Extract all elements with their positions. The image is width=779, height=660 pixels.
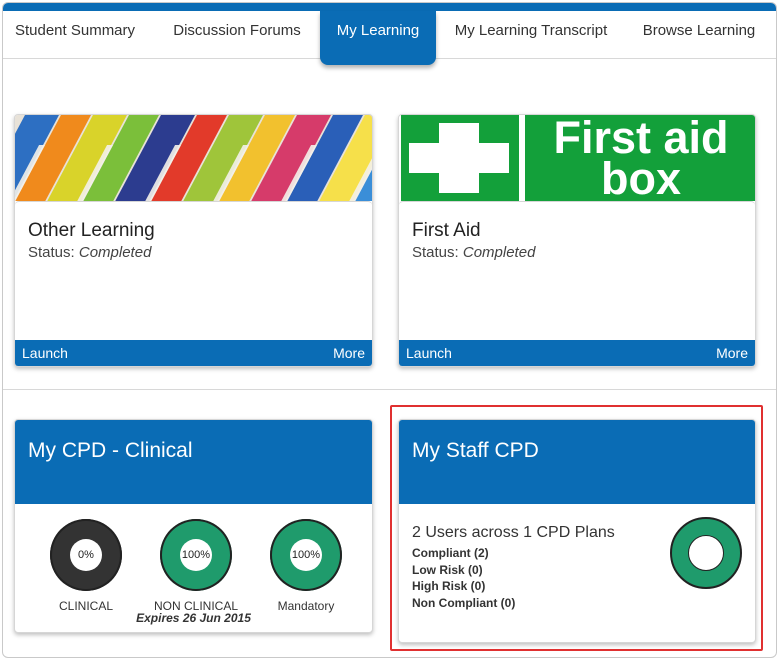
- launch-button[interactable]: Launch: [406, 340, 452, 366]
- course-card-other-learning: Other Learning Status: Completed Launch …: [14, 114, 373, 367]
- cpd-clinical-card: My CPD - Clinical 0% CLINICAL 100% NON C…: [14, 419, 373, 633]
- tab-my-learning[interactable]: My Learning: [320, 11, 436, 65]
- status-label: Status:: [28, 244, 75, 261]
- more-button[interactable]: More: [333, 340, 365, 366]
- cpd-clinical-title[interactable]: My CPD - Clinical: [15, 420, 372, 504]
- expiry-date: Expires 26 Jun 2015: [136, 611, 251, 625]
- course-status: Status: Completed: [412, 244, 742, 261]
- nav-tabs: Student Summary Discussion Forums My Lea…: [3, 11, 776, 65]
- status-label: Status:: [412, 244, 459, 261]
- first-aid-sign-text: First aid box: [525, 115, 755, 201]
- progress-ring: 0%: [50, 519, 122, 591]
- tab-my-learning-transcript[interactable]: My Learning Transcript: [443, 11, 619, 59]
- sign-text-line1: First aid: [553, 115, 729, 163]
- donut-mandatory[interactable]: 100% Mandatory: [256, 519, 356, 613]
- tab-discussion-forums[interactable]: Discussion Forums: [159, 11, 315, 59]
- course-title[interactable]: Other Learning: [28, 220, 359, 242]
- course-card-body: First Aid Status: Completed: [399, 201, 755, 340]
- tab-student-summary[interactable]: Student Summary: [5, 11, 145, 59]
- books-image[interactable]: [15, 115, 372, 201]
- donut-clinical[interactable]: 0% CLINICAL: [36, 519, 136, 613]
- donut-non-clinical[interactable]: 100% NON CLINICAL: [146, 519, 246, 613]
- course-card-body: Other Learning Status: Completed: [15, 201, 372, 340]
- tab-browse-learning[interactable]: Browse Learning: [631, 11, 767, 59]
- course-card-footer: Launch More: [15, 340, 372, 366]
- course-title[interactable]: First Aid: [412, 220, 742, 242]
- cpd-clinical-body: 0% CLINICAL 100% NON CLINICAL 100% Manda…: [15, 504, 372, 632]
- more-button[interactable]: More: [716, 340, 748, 366]
- course-status: Status: Completed: [28, 244, 359, 261]
- first-aid-image[interactable]: First aid box: [399, 115, 755, 201]
- progress-ring-value: 0%: [70, 539, 102, 571]
- course-card-footer: Launch More: [399, 340, 755, 366]
- progress-ring: 100%: [160, 519, 232, 591]
- course-card-first-aid: First aid box First Aid Status: Complete…: [398, 114, 756, 367]
- status-value: Completed: [78, 244, 152, 261]
- progress-ring-value: 100%: [180, 539, 212, 571]
- section-divider: [3, 389, 776, 390]
- highlight-box: [390, 405, 763, 651]
- launch-button[interactable]: Launch: [22, 340, 68, 366]
- top-accent-bar: [3, 3, 776, 11]
- progress-ring: 100%: [270, 519, 342, 591]
- status-value: Completed: [462, 244, 536, 261]
- progress-ring-value: 100%: [290, 539, 322, 571]
- sign-text-line2: box: [600, 153, 681, 201]
